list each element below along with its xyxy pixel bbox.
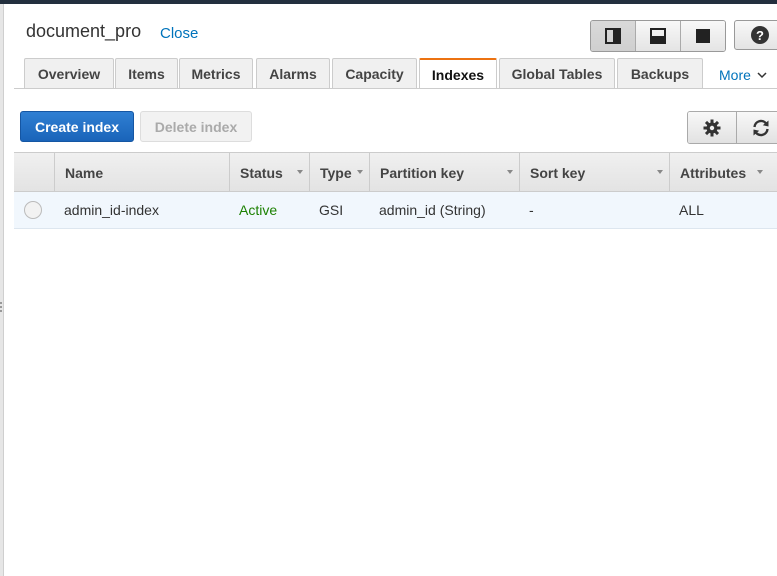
tab-alarms[interactable]: Alarms [256,58,330,88]
more-tabs-menu[interactable]: More [719,67,767,83]
column-header-type[interactable]: Type [309,153,369,192]
sort-caret-icon [757,170,763,174]
column-partition-key-label: Partition key [380,164,465,181]
column-header-attributes[interactable]: Attributes [669,153,769,192]
column-attributes-label: Attributes [680,164,747,181]
tab-overview[interactable]: Overview [24,58,114,88]
tab-indexes[interactable]: Indexes [419,58,497,89]
chevron-down-icon [757,72,767,79]
split-horizontal-icon[interactable] [636,21,681,51]
layout-toggle-group [590,20,726,52]
column-header-partition-key[interactable]: Partition key [369,153,519,192]
refresh-icon [753,119,769,136]
table-tools [687,111,777,144]
gear-icon [703,119,721,136]
tab-metrics[interactable]: Metrics [179,58,253,88]
column-status-label: Status [240,164,283,181]
column-sort-key-label: Sort key [530,164,586,181]
help-icon: ? [751,26,769,44]
cell-attributes: ALL [679,202,704,218]
table-row[interactable]: admin_id-index Active GSI admin_id (Stri… [14,192,777,229]
more-label: More [719,67,751,83]
row-select-radio[interactable] [24,201,42,219]
refresh-button[interactable] [737,112,777,143]
tab-backups[interactable]: Backups [617,58,703,88]
split-vertical-icon[interactable] [591,21,636,51]
cell-status: Active [239,202,278,218]
settings-button[interactable] [688,112,737,143]
resize-grip[interactable] [0,300,3,314]
column-name-label: Name [65,164,104,181]
cell-partition-key: admin_id (String) [379,202,486,218]
top-bar [0,0,777,4]
table-header: Name Status Type Partition key Sort key … [14,152,777,192]
select-column-header [14,153,54,192]
delete-index-button[interactable]: Delete index [140,111,252,142]
column-header-sort-key[interactable]: Sort key [519,153,669,192]
sort-caret-icon [657,170,663,174]
tabs-divider [14,88,777,89]
column-header-status[interactable]: Status [229,153,309,192]
sort-caret-icon [357,170,363,174]
full-icon[interactable] [681,21,725,51]
cell-type: GSI [319,202,344,218]
left-pane-edge[interactable] [0,4,4,576]
tab-capacity[interactable]: Capacity [332,58,417,88]
tab-global-tables[interactable]: Global Tables [499,58,615,88]
column-header-name[interactable]: Name [54,153,229,192]
sort-caret-icon [297,170,303,174]
create-index-button[interactable]: Create index [20,111,134,142]
sort-caret-icon [507,170,513,174]
cell-name: admin_id-index [64,202,159,218]
cell-sort-key: - [529,202,534,218]
table-title: document_pro [26,21,142,41]
help-button[interactable]: ? [734,20,777,50]
column-type-label: Type [320,164,352,181]
close-link[interactable]: Close [160,25,198,42]
tab-items[interactable]: Items [115,58,178,88]
